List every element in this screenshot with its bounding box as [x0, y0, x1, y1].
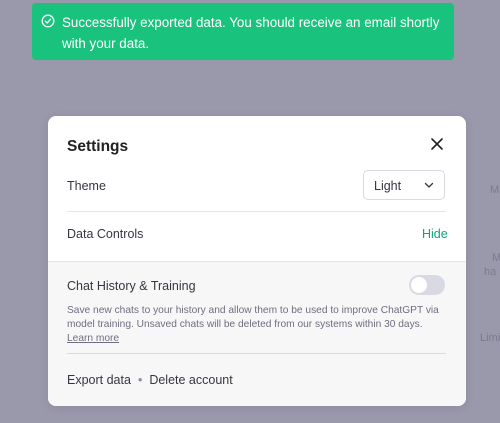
settings-dialog: Settings Theme Light Data Controls Hide …	[48, 116, 466, 406]
check-circle-icon	[41, 14, 55, 28]
account-actions: Export data • Delete account	[67, 373, 233, 387]
success-toast: Successfully exported data. You should r…	[32, 3, 454, 60]
dialog-title: Settings	[67, 138, 129, 155]
theme-selected-value: Light	[374, 179, 402, 193]
chat-history-toggle[interactable]	[409, 275, 445, 295]
background-text: M	[492, 252, 500, 264]
delete-account-button[interactable]: Delete account	[149, 373, 232, 387]
chat-history-description: Save new chats to your history and allow…	[67, 304, 447, 346]
learn-more-link[interactable]: Learn more	[67, 333, 119, 344]
divider	[67, 211, 446, 212]
background-text: Limi	[480, 332, 500, 344]
data-controls-label: Data Controls	[67, 227, 144, 241]
divider	[67, 353, 446, 354]
close-icon[interactable]	[428, 135, 446, 153]
background-text: M	[490, 184, 500, 196]
chat-history-label: Chat History & Training	[67, 279, 196, 293]
background-text: ha	[484, 266, 497, 278]
chevron-down-icon	[424, 182, 434, 188]
theme-label: Theme	[67, 179, 106, 193]
theme-select[interactable]: Light	[363, 170, 445, 200]
data-controls-section: Chat History & Training Save new chats t…	[48, 261, 466, 406]
hide-data-controls-link[interactable]: Hide	[422, 227, 448, 241]
toggle-knob	[411, 277, 427, 293]
export-data-button[interactable]: Export data	[67, 373, 131, 387]
toast-message: Successfully exported data. You should r…	[62, 15, 440, 51]
separator-dot: •	[137, 373, 143, 387]
description-text: Save new chats to your history and allow…	[67, 305, 439, 330]
